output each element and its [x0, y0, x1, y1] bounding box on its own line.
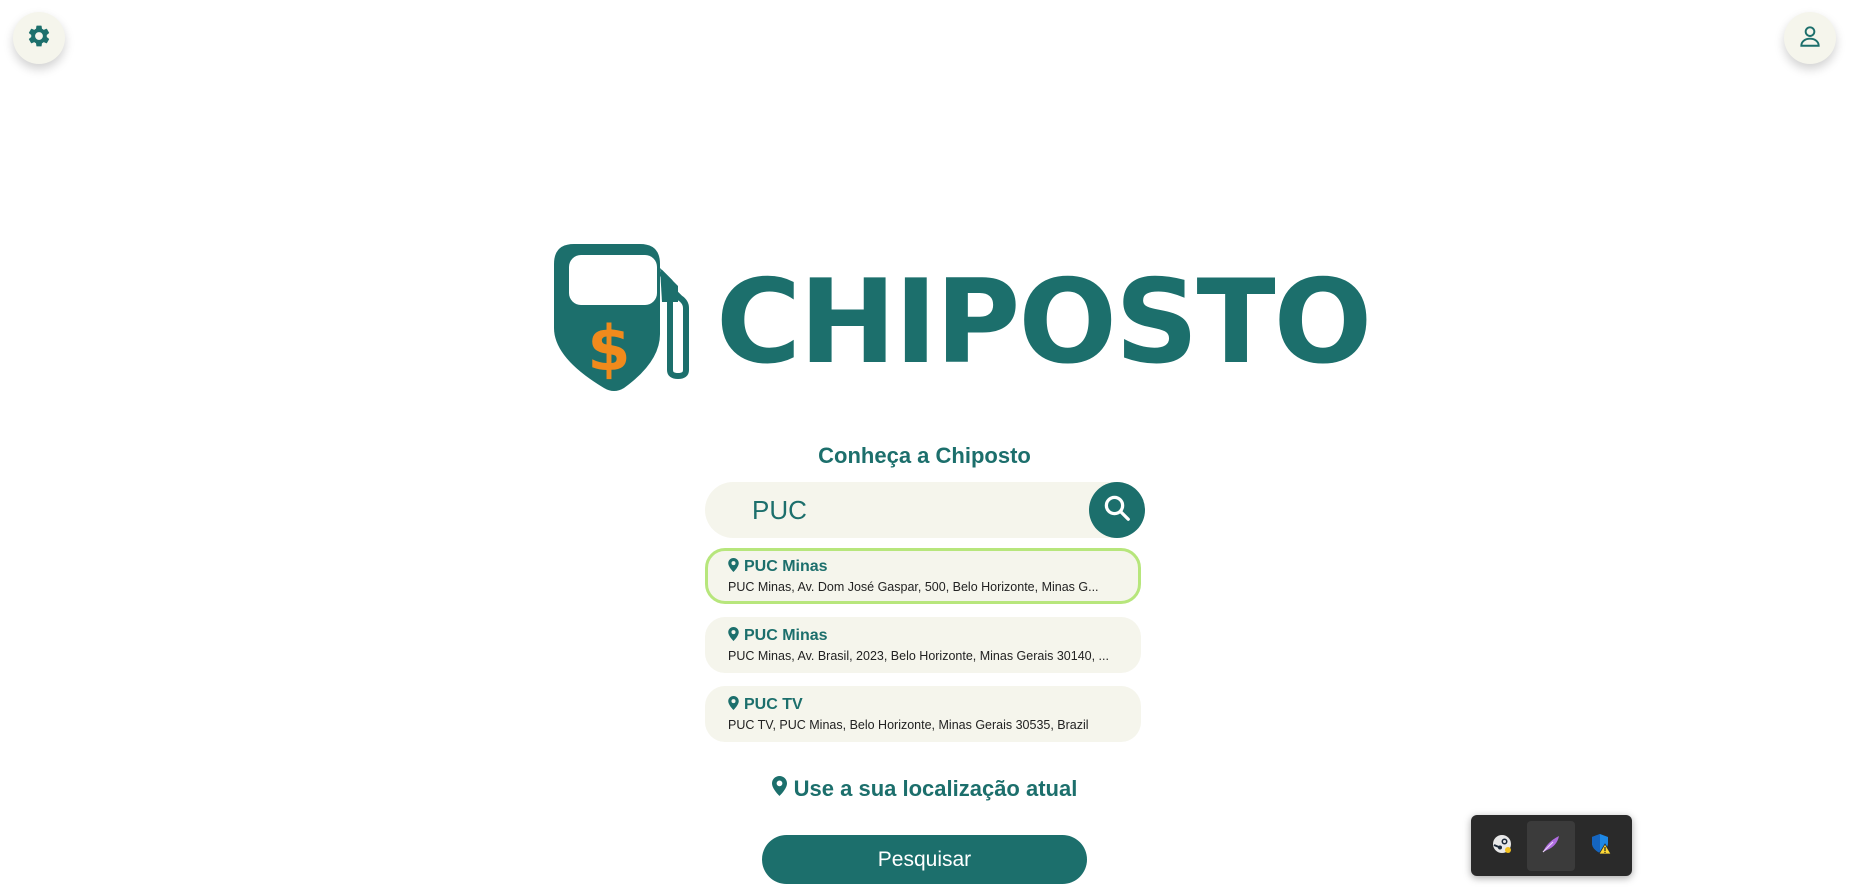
brand-logo: $ CHIPOSTO: [552, 242, 1372, 398]
suggestion-address: PUC Minas, Av. Brasil, 2023, Belo Horizo…: [728, 649, 1109, 663]
suggestion-address: PUC Minas, Av. Dom José Gaspar, 500, Bel…: [728, 580, 1099, 594]
use-location-link[interactable]: Use a sua localização atual: [0, 776, 1849, 802]
search-input[interactable]: [752, 482, 1072, 538]
suggestion-title: PUC Minas: [744, 627, 828, 644]
svg-text:$: $: [587, 312, 630, 385]
suggestion-item[interactable]: PUC TV PUC TV, PUC Minas, Belo Horizonte…: [705, 686, 1141, 742]
user-icon: [1797, 23, 1823, 53]
use-location-label: Use a sua localização atual: [793, 776, 1078, 801]
gear-icon: [26, 23, 52, 53]
suggestion-address: PUC TV, PUC Minas, Belo Horizonte, Minas…: [728, 718, 1089, 732]
tray-item-steam[interactable]: [1478, 821, 1526, 871]
feather-app-icon: [1539, 832, 1563, 860]
suggestion-item[interactable]: PUC Minas PUC Minas, Av. Brasil, 2023, B…: [705, 617, 1141, 673]
map-pin-icon: [771, 776, 794, 802]
search-button[interactable]: [1089, 482, 1145, 538]
search-icon: [1102, 493, 1132, 527]
steam-icon: [1491, 833, 1513, 859]
tray-item-feather-app[interactable]: [1527, 820, 1576, 871]
map-pin-icon: [728, 557, 744, 577]
page-title: Conheça a Chiposto: [818, 443, 1031, 468]
tray-item-windows-security[interactable]: [1577, 821, 1625, 871]
map-pin-icon: [728, 695, 744, 715]
suggestion-title: PUC Minas: [744, 558, 828, 575]
system-tray-overflow: [1471, 815, 1632, 876]
settings-button[interactable]: [13, 12, 65, 64]
windows-security-warning-icon: [1589, 832, 1613, 860]
fuel-pump-dollar-icon: $: [552, 242, 702, 398]
search-bar: [705, 482, 1145, 538]
map-pin-icon: [728, 626, 744, 646]
search-submit-button[interactable]: Pesquisar: [762, 835, 1087, 884]
brand-name: CHIPOSTO: [716, 255, 1372, 390]
suggestion-item[interactable]: PUC Minas PUC Minas, Av. Dom José Gaspar…: [705, 548, 1141, 604]
suggestion-title: PUC TV: [744, 696, 803, 713]
profile-button[interactable]: [1784, 12, 1836, 64]
